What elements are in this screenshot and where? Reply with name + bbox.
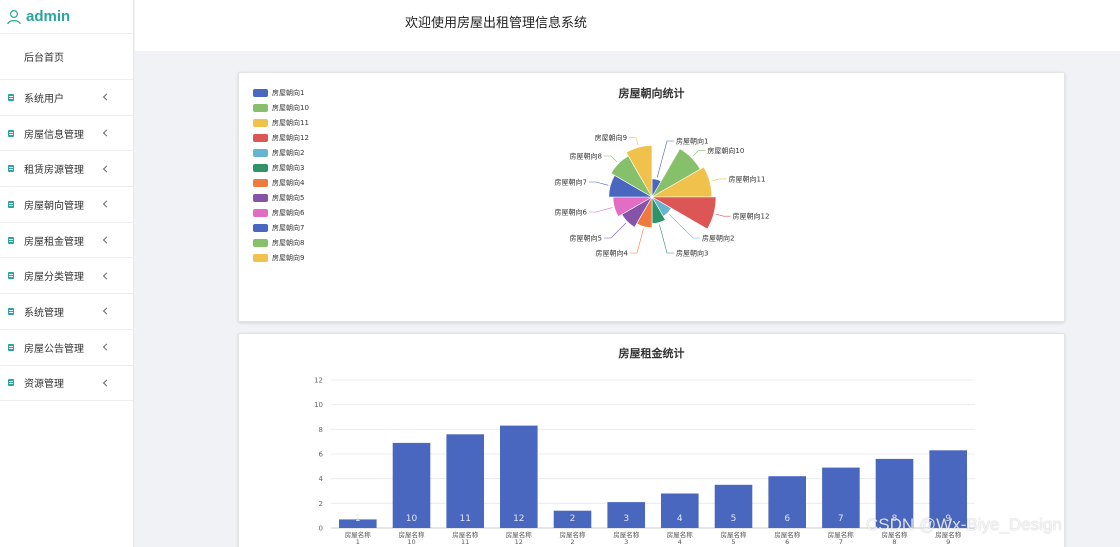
chevron-left-icon[interactable] — [102, 236, 111, 244]
bar[interactable] — [500, 425, 538, 528]
pie-leader-line — [715, 213, 731, 217]
bar-data-label: 4 — [677, 514, 683, 524]
sidebar-item-label: 系统管理 — [24, 307, 64, 319]
sidebar-item-home[interactable]: 后台首页 — [0, 34, 133, 80]
bar-data-label: 5 — [731, 514, 737, 524]
chevron-left-icon[interactable] — [102, 343, 111, 351]
pie-leader-line — [589, 207, 613, 213]
sidebar-item-label: 房屋租金管理 — [24, 236, 84, 248]
sidebar-item-4[interactable]: 房屋朝向管理 — [0, 187, 133, 223]
header: 欢迎使用房屋出租管理信息系统 — [135, 0, 1120, 51]
bar-data-label: 1 — [355, 514, 361, 524]
chevron-left-icon[interactable] — [102, 93, 111, 101]
page-title: 欢迎使用房屋出租管理信息系统 — [405, 16, 588, 31]
sidebar-item-2[interactable]: 房屋信息管理 — [0, 116, 133, 152]
sidebar-item-label: 资源管理 — [24, 379, 64, 391]
sidebar-item-label: 房屋信息管理 — [24, 129, 84, 141]
sidebar-item-9[interactable]: 资源管理 — [0, 366, 133, 402]
chevron-left-icon[interactable] — [102, 379, 111, 387]
x-tick-label: 7 — [839, 538, 843, 546]
pie-slice-label: 房屋朝向12 — [733, 212, 770, 221]
pie-slice-label: 房屋朝向2 — [702, 234, 734, 243]
document-icon — [8, 129, 14, 137]
sidebar-item-6[interactable]: 房屋分类管理 — [0, 258, 133, 295]
pie-slice-label: 房屋朝向3 — [676, 249, 708, 258]
bar-data-label: 3 — [623, 514, 629, 524]
brand: admin — [0, 0, 133, 34]
pie-slice-label: 房屋朝向10 — [707, 146, 744, 155]
y-tick-label: 8 — [319, 426, 323, 434]
chevron-left-icon[interactable] — [102, 129, 111, 137]
y-tick-label: 4 — [319, 475, 324, 483]
y-tick-label: 2 — [319, 500, 323, 508]
bar-data-label: 11 — [459, 514, 470, 524]
watermark: CSDN @Wx-Biye_Design — [866, 515, 1062, 534]
document-icon — [8, 343, 14, 351]
sidebar-item-7[interactable]: 系统管理 — [0, 294, 133, 330]
pie-leader-line — [630, 228, 644, 254]
x-tick-label: 8 — [892, 538, 896, 546]
pie-chart: 房屋朝向1房屋朝向10 房屋朝向11 房屋朝向12 房屋朝向2 房屋朝向3 房屋朝向4 房屋… — [555, 133, 770, 258]
x-tick-label: 10 — [407, 538, 415, 546]
x-tick-label: 5 — [731, 538, 735, 546]
document-icon — [8, 307, 14, 315]
pie-slice-label: 房屋朝向9 — [595, 133, 627, 142]
pie-slice-label: 房屋朝向1 — [676, 137, 708, 146]
sidebar: admin 后台首页 系统用户房屋信息管理 租赁房源管理 房屋朝向管理 房屋租金管理房… — [0, 0, 134, 547]
y-tick-label: 10 — [314, 401, 323, 409]
y-tick-label: 6 — [319, 451, 324, 459]
bar-data-label: 2 — [570, 514, 576, 524]
document-icon — [8, 200, 14, 208]
sidebar-item-1[interactable]: 系统用户 — [0, 80, 133, 116]
bar-data-label: 12 — [513, 514, 524, 524]
pie-slice-label: 房屋朝向4 — [596, 249, 629, 258]
brand-name: admin — [26, 8, 71, 25]
document-icon — [8, 379, 14, 387]
bar-data-label: 6 — [784, 514, 790, 524]
sidebar-item-3[interactable]: 租赁房源管理 — [0, 151, 133, 188]
chevron-left-icon[interactable] — [102, 272, 111, 280]
orientation-chart-panel: 房屋朝向统计 房屋朝向1 房屋朝向10 房屋朝向11 房屋朝向12 房屋朝向2 房屋朝向3… — [238, 72, 1065, 322]
pie-slice-label: 房屋朝向5 — [570, 234, 602, 243]
pie-leader-line — [589, 181, 609, 186]
x-tick-label: 12 — [515, 538, 523, 546]
y-tick-label: 12 — [314, 377, 323, 385]
pie-leader-line — [692, 150, 706, 157]
bar-data-label: 7 — [838, 514, 844, 524]
sidebar-item-label: 房屋朝向管理 — [24, 200, 84, 212]
x-tick-label: 6 — [785, 538, 789, 546]
document-icon — [8, 165, 14, 173]
pie-leader-line — [711, 178, 727, 182]
pie-slice-label: 房屋朝向8 — [570, 152, 602, 161]
y-tick-label: 0 — [319, 525, 323, 533]
bar-data-label: 10 — [406, 514, 418, 524]
pie-leader-line — [604, 222, 627, 239]
sidebar-item-5[interactable]: 房屋租金管理 — [0, 223, 133, 259]
sidebar-item-label: 房屋公告管理 — [24, 343, 84, 355]
pie-slice-label: 房屋朝向11 — [729, 174, 766, 183]
sidebar-item-label: 租赁房源管理 — [24, 165, 84, 177]
document-icon — [8, 236, 14, 244]
user-icon — [7, 9, 21, 24]
pie-leader-line — [604, 155, 618, 163]
pie-slice-label: 房屋朝向6 — [555, 208, 588, 217]
x-tick-label: 4 — [678, 538, 682, 546]
x-tick-label: 1 — [356, 538, 360, 546]
sidebar-item-label: 房屋分类管理 — [24, 272, 84, 284]
x-tick-label: 3 — [624, 538, 628, 546]
sidebar-item-8[interactable]: 房屋公告管理 — [0, 330, 133, 366]
chevron-left-icon[interactable] — [102, 307, 111, 316]
x-tick-label: 2 — [570, 538, 574, 546]
pie-leader-line — [629, 137, 639, 146]
document-icon — [8, 272, 14, 280]
sidebar-nav: 系统用户房屋信息管理 租赁房源管理 房屋朝向管理 房屋租金管理 房屋分类管理 系统管理房屋… — [0, 80, 133, 402]
chevron-left-icon[interactable] — [102, 200, 111, 208]
x-tick-label: 9 — [946, 538, 950, 546]
document-icon — [8, 93, 14, 101]
chevron-left-icon[interactable] — [102, 165, 111, 173]
sidebar-item-label: 系统用户 — [24, 93, 64, 105]
pie-slice-label: 房屋朝向7 — [555, 178, 587, 187]
pie-leader-line — [659, 224, 674, 254]
x-tick-label: 11 — [461, 538, 469, 546]
